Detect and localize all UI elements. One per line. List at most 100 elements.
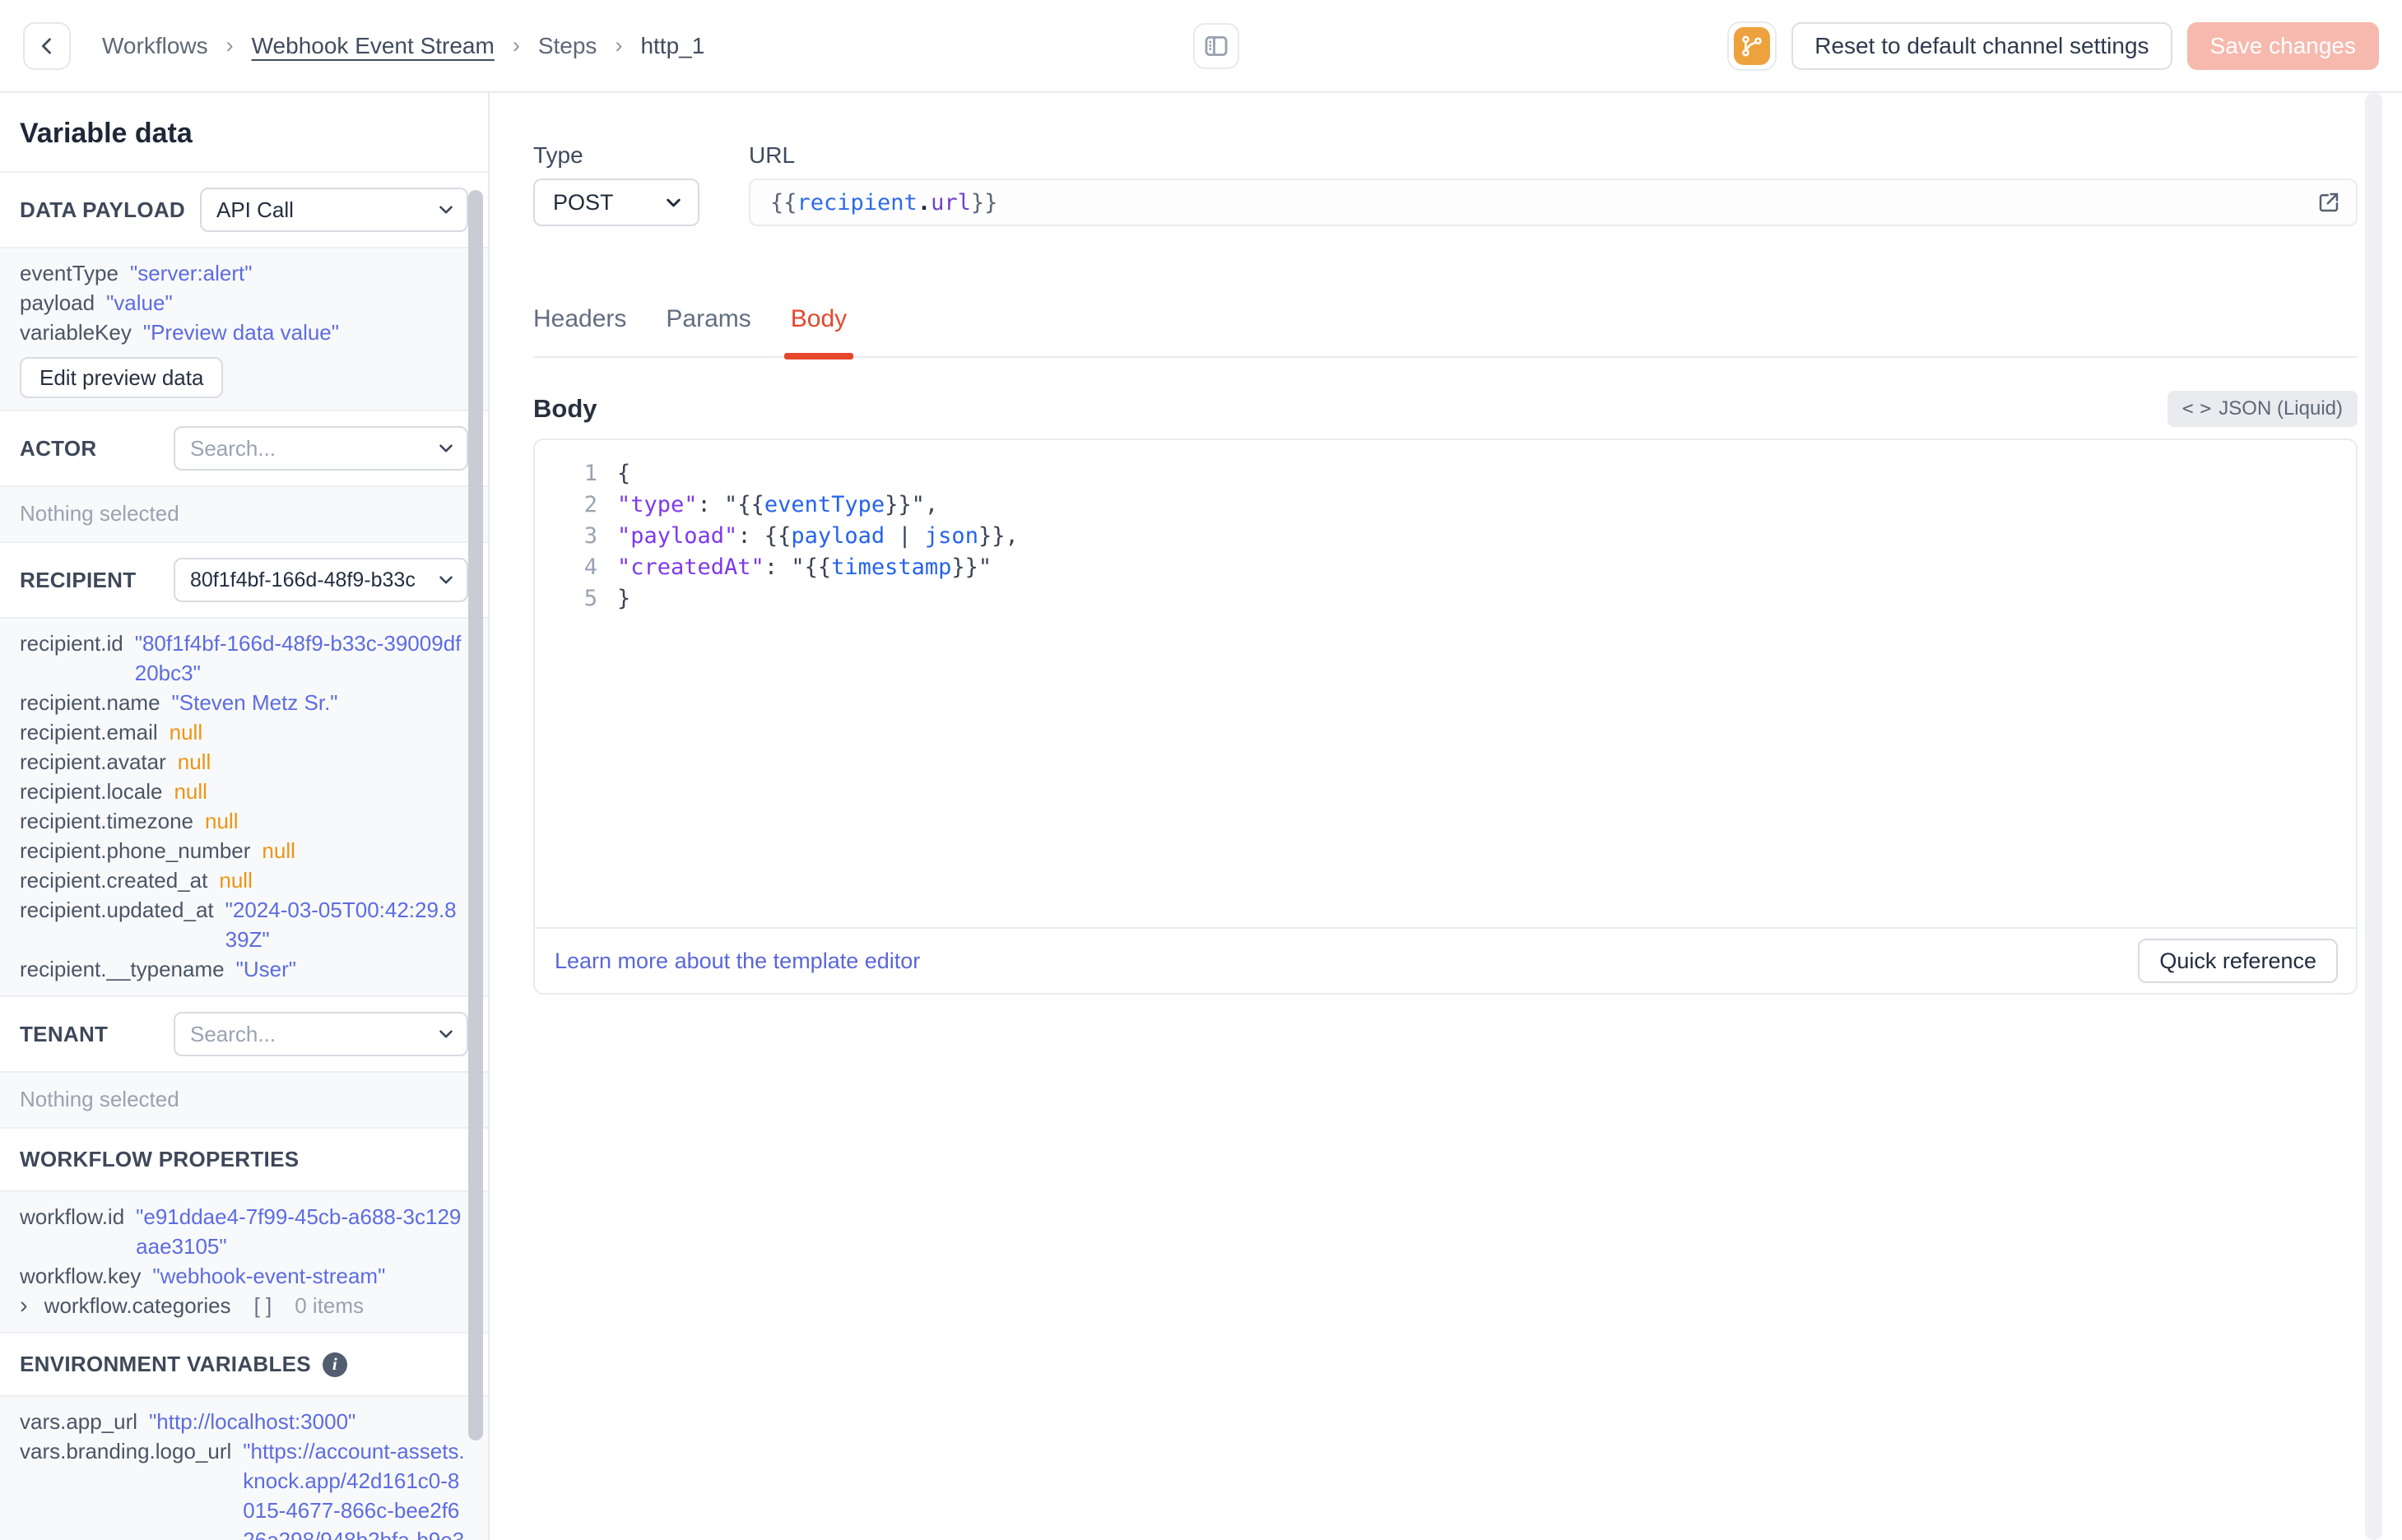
request-config-row: Type POST URL {{recipient. url}} [533,142,2358,226]
code-line[interactable]: 4 "createdAt": "{{timestamp}}" [535,552,2356,583]
workflow-categories-count: 0 items [295,1293,365,1318]
variable-row: eventType "server:alert" [20,258,468,288]
environment-variables-label: ENVIRONMENT VARIABLES [20,1352,311,1376]
variable-row: recipient.timezone null [20,806,468,836]
variable-value: "80f1f4bf-166d-48f9-b33c-39009df20bc3" [134,631,462,685]
body-section-title: Body [533,394,597,423]
git-branch-icon [1734,26,1771,65]
breadcrumb-workflows[interactable]: Workflows [102,33,208,59]
variable-data-sidebar: Variable data DATA PAYLOAD API Call even… [0,93,490,1540]
variable-row: recipient.phone_number null [20,836,468,865]
reset-channel-settings-button[interactable]: Reset to default channel settings [1791,21,2172,70]
variable-row: payload "value" [20,288,468,318]
variable-row: recipient.email null [20,717,468,747]
variable-key: recipient.updated_at [20,898,214,922]
recipient-fields-section: recipient.id "80f1f4bf-166d-48f9-b33c-39… [0,617,488,995]
variable-value: "e91ddae4-7f99-45cb-a688-3c129aae3105" [136,1204,462,1259]
data-payload-select[interactable]: API Call [200,188,468,232]
tenant-empty-section: Nothing selected [0,1071,488,1127]
recipient-select[interactable]: 80f1f4bf-166d-48f9-b33c [174,558,468,602]
variable-key: recipient.locale [20,779,163,804]
workflow-properties-label: WORKFLOW PROPERTIES [20,1147,300,1171]
variable-value: null [205,809,239,833]
main-scrollbar-track[interactable] [2365,93,2382,1540]
variable-key: variableKey [20,320,132,345]
breadcrumb: Workflows › Webhook Event Stream › Steps… [102,33,704,59]
variable-row: recipient.updated_at "2024-03-05T00:42:2… [20,895,468,954]
tab-params[interactable]: Params [666,305,750,356]
line-number: 3 [583,523,597,549]
breadcrumb-webhook-event-stream[interactable]: Webhook Event Stream [252,33,495,59]
variable-key: recipient.__typename [20,957,225,981]
code-line[interactable]: 3 "payload": {{payload | json}}, [535,521,2356,552]
code-text: } [617,586,631,611]
url-input[interactable]: {{recipient. url}} [749,179,2358,226]
toggle-sidebar-button[interactable] [1192,22,1239,69]
breadcrumb-http-1: http_1 [640,32,705,58]
commit-version-button[interactable] [1727,21,1777,71]
variable-value: "value" [106,290,173,315]
template-editor-docs-link[interactable]: Learn more about the template editor [555,949,920,974]
back-button[interactable] [23,21,71,70]
editor-language-badge: < > JSON (Liquid) [2167,391,2358,427]
data-payload-fields-section: eventType "server:alert" payload "value"… [0,247,488,410]
code-line[interactable]: 5 } [535,583,2356,615]
tenant-label: TENANT [20,1021,109,1046]
chevron-down-icon [662,192,685,214]
variable-value: "Steven Metz Sr." [171,690,338,715]
variable-value: "https://account-assets.knock.app/42d161… [243,1439,465,1540]
breadcrumb-separator: › [512,33,520,58]
body-panel-header: Body < > JSON (Liquid) [533,391,2358,427]
variable-value: "User" [235,957,296,981]
line-number: 5 [583,586,597,611]
code-icon: < > [2181,398,2212,420]
info-icon[interactable]: i [322,1352,347,1377]
breadcrumb-separator: › [615,33,623,58]
tab-headers[interactable]: Headers [533,305,626,356]
variable-row: workflow.key "webhook-event-stream" [20,1261,468,1291]
tenant-select[interactable]: Search... [174,1012,468,1056]
breadcrumb-steps[interactable]: Steps [538,33,597,59]
variable-value: "Preview data value" [142,320,339,345]
http-method-value: POST [553,189,614,215]
type-label: Type [533,142,583,168]
line-number: 4 [583,554,597,580]
external-link-icon[interactable] [2316,190,2341,215]
workflow-properties-heading: WORKFLOW PROPERTIES [0,1127,488,1190]
top-bar: Workflows › Webhook Event Stream › Steps… [0,0,2402,93]
actor-select[interactable]: Search... [174,426,468,471]
variable-key: recipient.email [20,720,158,744]
expand-chevron-icon: › [20,1292,28,1319]
edit-preview-data-button[interactable]: Edit preview data [20,357,224,398]
variable-key: vars.app_url [20,1409,138,1434]
code-line[interactable]: 2 "type": "{{eventType}}", [535,489,2356,521]
data-payload-selected-value: API Call [216,197,294,222]
recipient-selected-value: 80f1f4bf-166d-48f9-b33c [190,568,416,591]
sidebar-title: Variable data [20,118,193,149]
http-method-select[interactable]: POST [533,179,699,226]
workflow-fields: workflow.id "e91ddae4-7f99-45cb-a688-3c1… [20,1202,468,1291]
chevron-down-icon [435,438,457,459]
data-payload-row: DATA PAYLOAD API Call [0,171,488,247]
data-payload-label: DATA PAYLOAD [20,197,186,222]
tenant-search-placeholder: Search... [190,1021,276,1046]
variable-key: recipient.id [20,631,123,656]
workflow-categories-row[interactable]: › workflow.categories [ ] 0 items [20,1291,468,1320]
chevron-down-icon [435,569,457,591]
tab-body[interactable]: Body [783,305,854,359]
code-text: "createdAt": "{{timestamp}}" [617,554,992,580]
save-changes-button[interactable]: Save changes [2186,21,2379,70]
code-editor[interactable]: 1 { 2 "type": "{{eventType}}", 3 "payloa… [535,440,2356,927]
quick-reference-button[interactable]: Quick reference [2138,939,2338,983]
variable-row: vars.app_url "http://localhost:3000" [20,1407,468,1436]
workflow-categories-key: workflow.categories [44,1293,231,1318]
data-payload-fields: eventType "server:alert" payload "value"… [20,258,468,347]
chevron-down-icon [435,199,457,220]
chevron-left-icon [35,35,58,58]
code-line[interactable]: 1 { [535,458,2356,489]
variable-key: workflow.id [20,1204,125,1229]
editor-language-label: JSON (Liquid) [2218,397,2343,420]
sidebar-scrollbar-thumb[interactable] [468,190,483,1440]
recipient-row: RECIPIENT 80f1f4bf-166d-48f9-b33c [0,541,488,617]
chevron-down-icon [435,1023,457,1045]
